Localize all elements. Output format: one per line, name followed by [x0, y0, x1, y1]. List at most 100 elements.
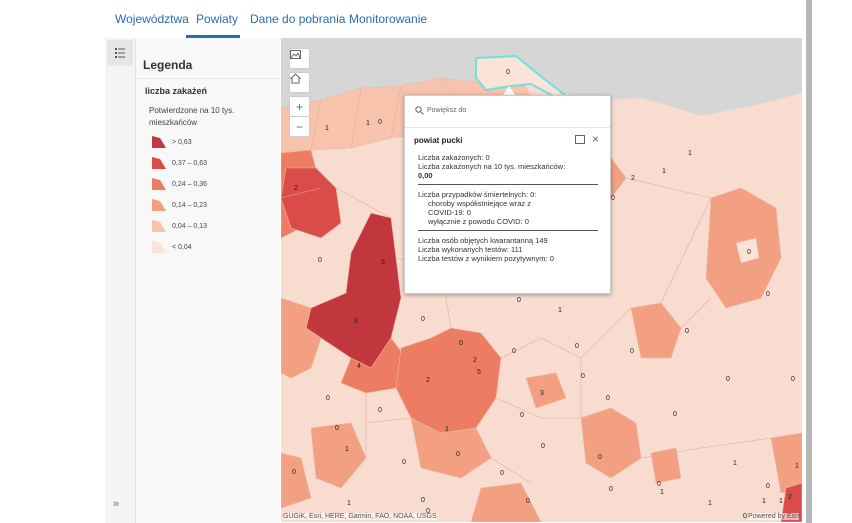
- county-count-label: 2: [631, 175, 635, 182]
- page-scrollbar[interactable]: [806, 0, 812, 523]
- powered-by-esri[interactable]: Powered by Esri: [748, 513, 799, 520]
- county-count-label: 1: [558, 307, 562, 314]
- legend-panel: Legenda liczba zakażeń Potwierdzone na 1…: [136, 38, 280, 523]
- county-count-label: 0: [318, 257, 322, 264]
- quarantine-line: Liczba osób objętych kwarantanną 149: [418, 236, 548, 245]
- county-count-label: 1: [688, 150, 692, 157]
- county-count-label: 0: [378, 119, 382, 126]
- legend-class-label: 0,37 – 0,63: [172, 159, 208, 167]
- county-count-label: 2: [294, 185, 298, 192]
- county-count-label: 1: [762, 498, 766, 505]
- cases-per-10k-label: Liczba zakażonych na 10 tys. mieszkańców…: [418, 162, 566, 171]
- county-count-label: 0: [598, 454, 602, 461]
- county-count-label: 0: [520, 412, 524, 419]
- legend-swatch: [152, 220, 166, 232]
- popup-pointer: [503, 86, 515, 95]
- county-count-label: 0: [459, 340, 463, 347]
- legend-class: 0,04 – 0,13: [152, 218, 207, 234]
- popup-title: powiat pucki: [414, 136, 463, 145]
- county-count-label: 0: [402, 459, 406, 466]
- county-count-label: 0: [292, 469, 296, 476]
- legend-title: Legenda: [143, 58, 193, 72]
- legend-toggle-button[interactable]: [107, 40, 133, 66]
- county: [470, 482, 542, 522]
- county-count-label: 0: [581, 373, 585, 380]
- legend-class-label: < 0,04: [172, 243, 192, 251]
- county-count-label: 0: [421, 497, 425, 504]
- legend-field-title: Potwierdzone na 10 tys. mieszkańców: [149, 106, 235, 127]
- county-count-label: 0: [541, 443, 545, 450]
- expand-panel-icon[interactable]: »: [113, 498, 119, 510]
- county-count-label: 0: [500, 470, 504, 477]
- county: [525, 372, 567, 409]
- popup-separator: [418, 230, 598, 231]
- county-count-label: 0: [726, 376, 730, 383]
- county: [580, 407, 642, 479]
- county-count-label: 1: [662, 168, 666, 175]
- county: [310, 422, 367, 489]
- map-attribution[interactable]: GUGiK, Esri, HERE, Garmin, FAO, NOAA, US…: [283, 513, 437, 520]
- tab-powiaty[interactable]: Powiaty: [196, 12, 238, 26]
- legend-swatch: [152, 136, 166, 148]
- county-count-label: 0: [506, 69, 510, 76]
- county-count-label: 0: [673, 411, 677, 418]
- close-icon[interactable]: ×: [592, 132, 599, 146]
- dock-popup-icon[interactable]: [575, 135, 585, 144]
- legend-class: 0,37 – 0,63: [152, 155, 207, 171]
- county-count-label: 0: [378, 407, 382, 414]
- county-count-label: 3: [381, 259, 385, 266]
- county-count-label: 0: [630, 348, 634, 355]
- county-count-label: 0: [512, 348, 516, 355]
- legend-class: 0,14 – 0,23: [152, 197, 207, 213]
- legend-swatch: [152, 241, 166, 253]
- basemap-gallery-button[interactable]: [289, 48, 310, 69]
- county-count-label: 0: [421, 316, 425, 323]
- county-count-label: 5: [477, 369, 481, 376]
- tab-wojewodztwa[interactable]: Województwa: [115, 12, 189, 26]
- home-button[interactable]: [289, 72, 310, 93]
- county-count-label: 0: [766, 291, 770, 298]
- county-count-label: 2: [788, 494, 792, 501]
- county-count-label: 0: [606, 395, 610, 402]
- county-count-label: 1: [795, 463, 799, 470]
- zoom-in-button[interactable]: +: [289, 96, 310, 117]
- tests-line: Liczba wykonanych testów: 111: [418, 245, 523, 254]
- county: [630, 302, 682, 359]
- tab-monitorowanie[interactable]: Monitorowanie: [349, 12, 427, 26]
- legend-class-label: 0,14 – 0,23: [172, 201, 208, 209]
- county-count-label: 0: [747, 249, 751, 256]
- county-count-label: 1: [660, 489, 664, 496]
- county: [650, 447, 682, 484]
- legend-class-label: > 0,63: [172, 138, 192, 146]
- legend-divider: [136, 78, 280, 79]
- county-count-label: 0: [685, 328, 689, 335]
- county: [395, 327, 502, 434]
- comorbid-line: COVID-19: 0: [428, 208, 471, 217]
- county-count-label: 1: [708, 500, 712, 507]
- county-count-label: 1: [445, 426, 449, 433]
- county-count-label: 3: [540, 390, 544, 397]
- legend-class-label: 0,24 – 0,36: [172, 180, 208, 188]
- county-count-label: 1: [733, 460, 737, 467]
- county-count-label: 0: [766, 483, 770, 490]
- popup-content: Liczba zakażonych: 0 Liczba zakażonych n…: [418, 153, 598, 263]
- magnifier-icon: [415, 106, 424, 115]
- zoom-to-button[interactable]: Powiększ do: [415, 106, 466, 115]
- county-count-label: 1: [347, 500, 351, 507]
- county-count-label: 1: [345, 446, 349, 453]
- county-count-label: 0: [743, 513, 747, 520]
- popup-separator: [418, 184, 598, 185]
- county-count-label: 0: [335, 425, 339, 432]
- legend-layer-title: liczba zakażeń: [145, 86, 208, 96]
- cases-per-10k-value: 0,00: [418, 171, 433, 180]
- county-count-label: 0: [526, 498, 530, 505]
- side-panel-toolbar: »: [105, 38, 136, 523]
- zoom-out-button[interactable]: −: [289, 116, 310, 137]
- county-count-label: 0: [609, 486, 613, 493]
- county-count-label: 0: [517, 297, 521, 304]
- county-count-label: 4: [357, 363, 361, 370]
- county-count-label: 0: [575, 343, 579, 350]
- home-icon: [290, 73, 301, 84]
- county-count-label: 0: [326, 395, 330, 402]
- tab-dane-do-pobrania[interactable]: Dane do pobrania: [250, 12, 345, 26]
